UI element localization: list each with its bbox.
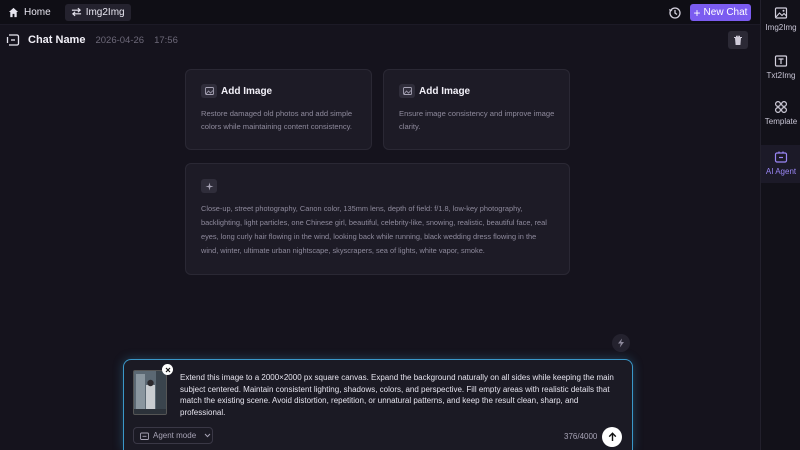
chat-time: 17:56 <box>154 34 178 46</box>
sidebar-item-img2img[interactable]: Img2Img <box>761 6 800 44</box>
sidebar-item-ai-agent[interactable]: AI Agent <box>761 145 800 183</box>
close-icon <box>165 367 170 372</box>
ai-agent-icon <box>774 151 788 163</box>
tab-img2img[interactable]: Img2Img <box>64 3 131 21</box>
lightning-icon <box>618 338 624 348</box>
sidebar-item-label: Img2Img <box>765 23 797 32</box>
card-description: Restore damaged old photos and add simpl… <box>201 109 353 131</box>
card-description: Ensure image consistency and improve ima… <box>399 109 555 131</box>
home-button[interactable]: Home <box>8 7 51 18</box>
history-button[interactable] <box>668 6 682 20</box>
card-title: Add Image <box>221 86 273 97</box>
swap-icon <box>71 7 81 17</box>
prompt-suggestion-card[interactable]: Close-up, street photography, Canon colo… <box>185 163 570 275</box>
agent-mode-label: Agent mode <box>153 431 197 440</box>
suggestion-card-restore[interactable]: Add Image Restore damaged old photos and… <box>185 69 372 150</box>
chat-header: Chat Name 2026-04-26 17:56 <box>0 28 760 52</box>
agent-mode-select[interactable]: Agent mode <box>133 427 213 444</box>
new-chat-button[interactable]: + New Chat <box>690 4 751 21</box>
arrow-up-icon <box>608 432 616 441</box>
chevron-down-icon <box>204 433 211 438</box>
sidebar-item-label: Template <box>764 117 798 126</box>
home-label: Home <box>24 6 51 18</box>
text-image-icon <box>774 55 788 67</box>
chat-date: 2026-04-26 <box>95 34 145 46</box>
new-chat-label: New Chat <box>703 7 748 18</box>
attached-image-thumbnail[interactable] <box>133 370 167 415</box>
enhance-prompt-button[interactable] <box>612 334 630 352</box>
top-bar: Home Img2Img + New Chat <box>0 0 760 25</box>
template-icon <box>774 100 788 114</box>
history-icon <box>669 7 681 19</box>
suggestion-card-clarity[interactable]: Add Image Ensure image consistency and i… <box>383 69 570 150</box>
prompt-input[interactable] <box>180 372 616 422</box>
card-image-icon <box>399 84 415 98</box>
prompt-text: Close-up, street photography, Canon colo… <box>201 204 547 255</box>
sidebar-item-label: Txt2Img <box>766 71 796 80</box>
image-icon <box>774 7 788 19</box>
delete-chat-button[interactable] <box>728 31 748 49</box>
right-sidebar: Img2Img Txt2Img Template AI Agent <box>760 0 800 450</box>
sidebar-item-txt2img[interactable]: Txt2Img <box>761 54 800 92</box>
card-image-icon <box>201 84 217 98</box>
sidebar-item-template[interactable]: Template <box>761 100 800 138</box>
plus-icon: + <box>693 5 701 20</box>
chat-title: Chat Name <box>28 34 86 46</box>
card-title: Add Image <box>419 86 471 97</box>
home-icon <box>8 7 19 17</box>
send-button[interactable] <box>602 427 622 447</box>
trash-icon <box>734 35 742 45</box>
prompt-input-panel: Agent mode 376/4000 <box>123 359 633 450</box>
agent-mode-icon <box>140 432 149 440</box>
character-counter: 376/4000 <box>564 432 598 441</box>
remove-image-button[interactable] <box>162 364 173 375</box>
sparkle-icon <box>201 179 217 193</box>
chat-back-icon[interactable] <box>6 33 20 47</box>
tab-label: Img2Img <box>85 6 125 18</box>
sidebar-item-label: AI Agent <box>765 167 797 176</box>
